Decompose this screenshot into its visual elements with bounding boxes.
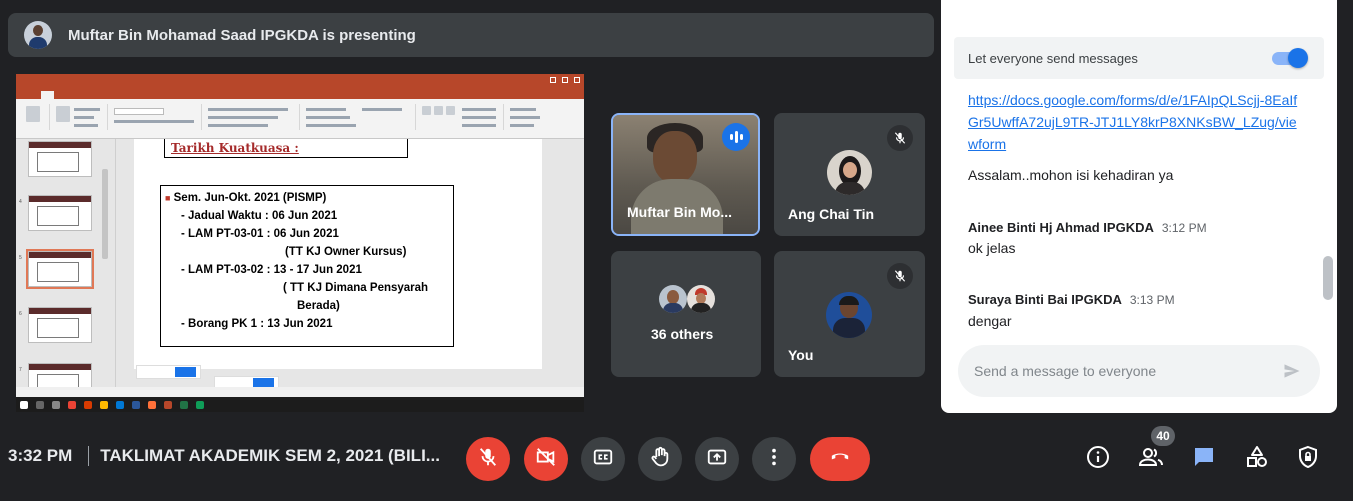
participant-name: Ang Chai Tin <box>788 206 875 222</box>
ppt-status-bar <box>16 387 584 397</box>
chat-time: 3:13 PM <box>1129 293 1175 307</box>
host-controls-icon <box>1296 445 1320 474</box>
presenter-avatar <box>24 21 52 49</box>
chat-message-header: Suraya Binti Bai IPGKDA 3:13 PM <box>968 292 1175 307</box>
chat-message-text: dengar <box>968 313 1012 329</box>
windows-taskbar <box>16 397 584 412</box>
presenting-text: Muftar Bin Mohamad Saad IPGKDA is presen… <box>68 26 416 44</box>
slide-line: (TT KJ Owner Kursus) <box>285 246 407 258</box>
slide-line: - LAM PT-03-02 : 13 - 17 Jun 2021 <box>181 264 362 276</box>
chat-button[interactable] <box>1191 446 1217 472</box>
slide-title: Tarikh Kuatkuasa : <box>171 141 299 155</box>
ppt-ribbon-tabs <box>16 88 584 99</box>
slide-line: Berada) <box>297 300 340 312</box>
slide-line: ( TT KJ Dimana Pensyarah <box>283 282 429 294</box>
mic-off-icon <box>887 263 913 289</box>
chat-sender: Ainee Binti Hj Ahmad IPGKDA <box>968 220 1154 235</box>
speaking-indicator-icon <box>722 123 750 151</box>
captions-icon <box>592 446 614 473</box>
chat-input-placeholder: Send a message to everyone <box>974 363 1157 379</box>
people-icon <box>1138 445 1164 474</box>
chat-time: 3:12 PM <box>1161 221 1207 235</box>
slide-canvas: Tarikh Kuatkuasa : ■ Sem. Jun-Okt. 2021 … <box>134 139 542 369</box>
mic-off-icon <box>887 125 913 151</box>
participant-tile-you[interactable]: You <box>774 251 925 377</box>
chat-message-header: Ainee Binti Hj Ahmad IPGKDA 3:12 PM <box>968 220 1207 235</box>
slide-line: - Borang PK 1 : 13 Jun 2021 <box>181 318 333 330</box>
slide-line: Sem. Jun-Okt. 2021 (PISMP) <box>173 192 327 204</box>
presenting-banner: Muftar Bin Mohamad Saad IPGKDA is presen… <box>8 13 934 57</box>
meeting-details-button[interactable] <box>1085 445 1111 474</box>
participant-tile-ang-chai-tin[interactable]: Ang Chai Tin <box>774 113 925 236</box>
participant-name: Muftar Bin Mo... <box>627 204 732 220</box>
avatar <box>826 292 872 338</box>
chat-message-link[interactable]: https://docs.google.com/forms/d/e/1FAIpQ… <box>968 89 1298 155</box>
people-button[interactable] <box>1138 446 1164 472</box>
camera-off-icon <box>535 446 557 473</box>
slide-line: - LAM PT-03-01 : 06 Jun 2021 <box>181 228 339 240</box>
ppt-title-bar <box>16 74 584 88</box>
slide-content-box: ■ Sem. Jun-Okt. 2021 (PISMP) - Jadual Wa… <box>160 185 454 347</box>
leave-call-button[interactable] <box>810 437 870 481</box>
end-call-icon <box>826 443 854 476</box>
present-now-button[interactable] <box>695 437 739 481</box>
chat-panel: Let everyone send messages https://docs.… <box>941 0 1337 413</box>
avatar <box>687 285 715 313</box>
meeting-info: 3:32 PM TAKLIMAT AKADEMIK SEM 2, 2021 (B… <box>8 446 440 466</box>
slide-thumbnails: 4 5 6 7 <box>16 139 116 399</box>
meeting-title: TAKLIMAT AKADEMIK SEM 2, 2021 (BILI... <box>100 446 440 465</box>
chat-sender: Suraya Binti Bai IPGKDA <box>968 292 1122 307</box>
participant-tile-others[interactable]: 36 others <box>611 251 761 377</box>
participant-name: 36 others <box>651 326 714 342</box>
more-vert-icon <box>763 446 785 473</box>
chat-message-text: Assalam..mohon isi kehadiran ya <box>968 167 1174 183</box>
ppt-workspace: 4 5 6 7 Tarikh Kuatkuasa : ■ Sem. Jun-Ok… <box>16 139 584 399</box>
host-controls-button[interactable] <box>1295 445 1321 474</box>
avatar <box>659 285 687 313</box>
shared-screen: 4 5 6 7 Tarikh Kuatkuasa : ■ Sem. Jun-Ok… <box>16 74 584 412</box>
send-icon[interactable] <box>1282 361 1302 384</box>
more-options-button[interactable] <box>752 437 796 481</box>
people-count-badge: 40 <box>1151 426 1175 446</box>
participant-name: You <box>788 347 814 363</box>
toggle-label: Let everyone send messages <box>968 50 1138 66</box>
mic-off-icon <box>477 446 499 473</box>
present-icon <box>706 446 728 473</box>
info-icon <box>1086 445 1110 474</box>
mic-toggle-button[interactable] <box>466 437 510 481</box>
ppt-ribbon <box>16 99 584 139</box>
chat-message-text: ok jelas <box>968 240 1016 256</box>
chat-scrollbar[interactable] <box>1323 256 1333 300</box>
avatar <box>827 150 872 195</box>
participant-tile-speaker[interactable]: Muftar Bin Mo... <box>611 113 760 236</box>
camera-toggle-button[interactable] <box>524 437 568 481</box>
chat-icon <box>1192 445 1216 474</box>
captions-button[interactable] <box>581 437 625 481</box>
raise-hand-button[interactable] <box>638 437 682 481</box>
send-messages-switch[interactable] <box>1270 48 1308 68</box>
current-time: 3:32 PM <box>8 446 73 465</box>
raise-hand-icon <box>649 446 671 473</box>
activities-button[interactable] <box>1244 445 1270 474</box>
activities-icon <box>1245 445 1269 474</box>
send-messages-toggle-row[interactable]: Let everyone send messages <box>954 37 1324 79</box>
slide-title-box: Tarikh Kuatkuasa : <box>164 139 408 158</box>
chat-input[interactable]: Send a message to everyone <box>958 345 1320 397</box>
slide-line: - Jadual Waktu : 06 Jun 2021 <box>181 210 338 222</box>
screen-share-notice <box>136 365 201 379</box>
